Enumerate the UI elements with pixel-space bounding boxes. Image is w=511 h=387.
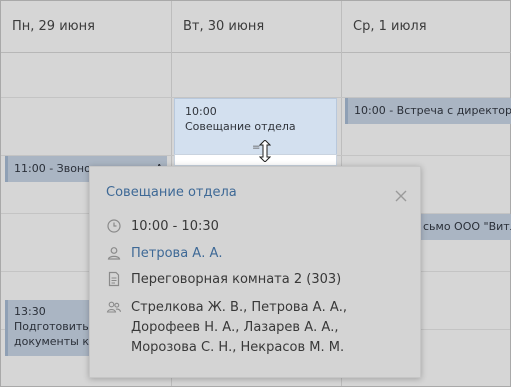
event-title: Совещание отдела: [185, 120, 296, 133]
day-header-monday[interactable]: Пн, 29 июня: [1, 1, 171, 53]
event-details-popup: Совещание отдела 10:00 - 10:30 Петрова А…: [89, 166, 421, 378]
event-wednesday-director[interactable]: 10:00 - Встреча с директором: [345, 98, 511, 124]
resize-cursor-icon: [259, 140, 271, 162]
event-label: 11:00 - Звонок: [14, 162, 98, 175]
popup-time: 10:00 - 10:30: [131, 219, 219, 234]
popup-title[interactable]: Совещание отдела: [106, 185, 237, 200]
popup-room-row: Переговорная комната 2 (303): [106, 270, 341, 290]
participants-line: Морозова С. Н., Некрасов М. М.: [131, 340, 345, 355]
event-wednesday-letter[interactable]: сьмо ООО "Витл: [421, 214, 511, 240]
users-icon: [106, 301, 122, 313]
popup-organizer-row: Петрова А. А.: [106, 244, 223, 264]
event-title: Подготовить документы к: [14, 320, 89, 348]
close-icon[interactable]: [394, 189, 408, 203]
event-time: 13:30: [14, 305, 46, 318]
popup-time-row: 10:00 - 10:30: [106, 217, 219, 237]
document-icon: [108, 271, 120, 287]
participants-line: Стрелкова Ж. В., Петрова А. А.,: [131, 300, 347, 315]
event-monday-documents[interactable]: 13:30 Подготовить документы к: [5, 300, 97, 356]
event-resize-handle[interactable]: [174, 154, 337, 166]
popup-room: Переговорная комната 2 (303): [131, 272, 342, 287]
day-header-tuesday[interactable]: Вт, 30 июня: [172, 1, 341, 53]
event-time: 10:00: [185, 105, 217, 118]
popup-participants-row: Стрелкова Ж. В., Петрова А. А., Дорофеев…: [106, 298, 347, 358]
popup-participants: Стрелкова Ж. В., Петрова А. А., Дорофеев…: [131, 298, 347, 358]
participants-line: Дорофеев Н. А., Лазарев А. А.,: [131, 320, 339, 335]
clock-icon: [107, 219, 121, 233]
user-icon: [107, 247, 121, 260]
popup-organizer-link[interactable]: Петрова А. А.: [131, 244, 223, 264]
calendar-week-view: Пн, 29 июня Вт, 30 июня Ср, 1 июля 11:00…: [0, 0, 511, 387]
day-header-wednesday[interactable]: Ср, 1 июля: [342, 1, 511, 53]
